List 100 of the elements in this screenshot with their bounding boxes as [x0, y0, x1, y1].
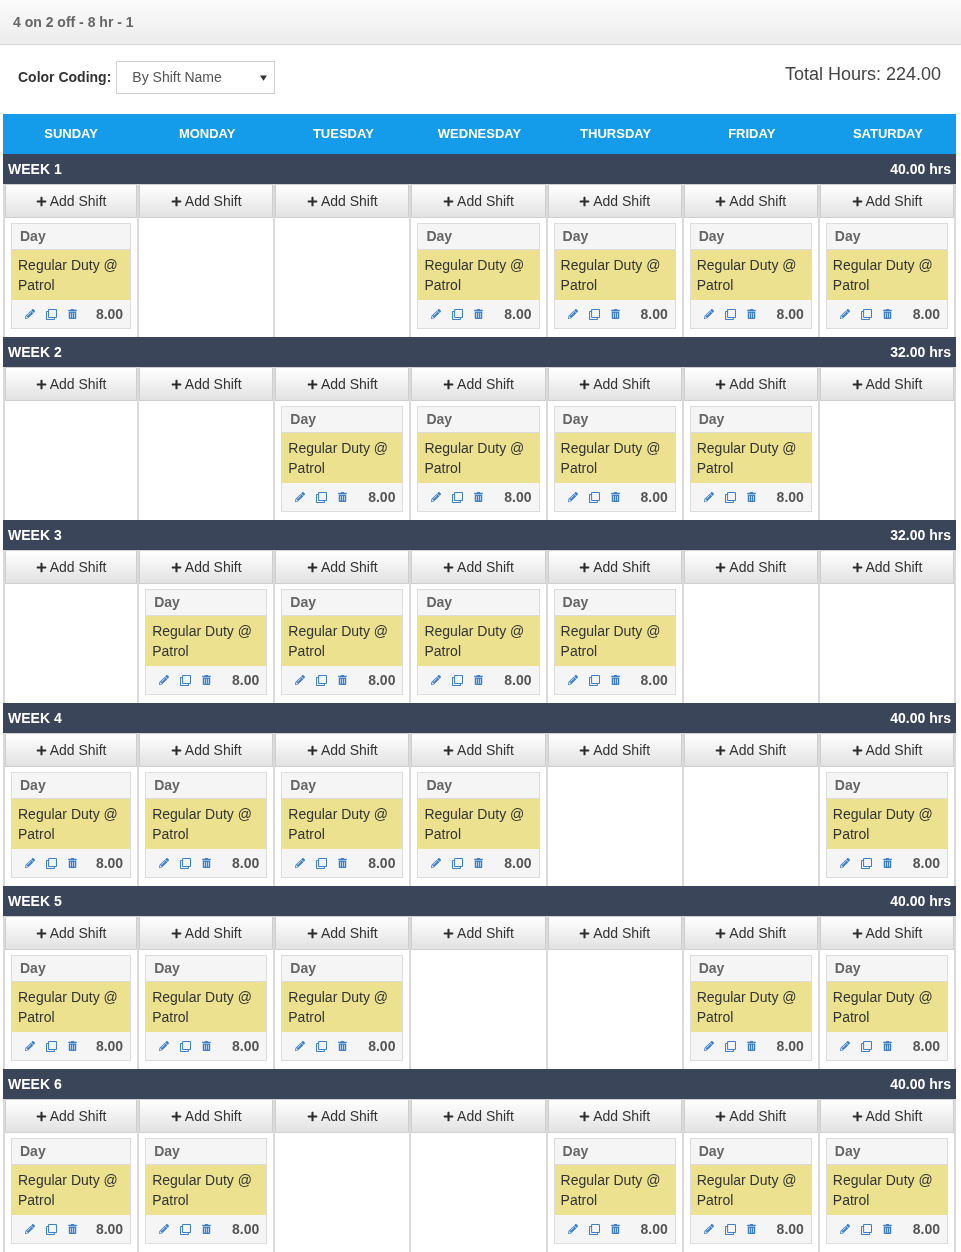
pencil-icon[interactable] [703, 1041, 714, 1051]
add-shift-button[interactable]: Add Shift [683, 916, 818, 950]
add-shift-button[interactable]: Add Shift [819, 550, 954, 584]
add-shift-button[interactable]: Add Shift [683, 1099, 818, 1133]
copy-icon[interactable] [588, 491, 600, 503]
add-shift-button[interactable]: Add Shift [139, 550, 274, 584]
add-shift-button[interactable]: Add Shift [683, 184, 818, 218]
add-shift-button[interactable]: Add Shift [275, 550, 410, 584]
add-shift-button[interactable]: Add Shift [275, 733, 410, 767]
pencil-icon[interactable] [431, 858, 442, 868]
add-shift-button[interactable]: Add Shift [5, 367, 138, 401]
copy-icon[interactable] [860, 1223, 872, 1235]
copy-icon[interactable] [316, 491, 328, 503]
add-shift-button[interactable]: Add Shift [5, 916, 138, 950]
pencil-icon[interactable] [159, 858, 170, 868]
trash-icon[interactable] [746, 1041, 756, 1051]
pencil-icon[interactable] [25, 1041, 35, 1051]
trash-icon[interactable] [610, 492, 620, 502]
copy-icon[interactable] [860, 857, 872, 869]
add-shift-button[interactable]: Add Shift [819, 1099, 954, 1133]
trash-icon[interactable] [68, 1041, 77, 1051]
add-shift-button[interactable]: Add Shift [547, 550, 682, 584]
add-shift-button[interactable]: Add Shift [547, 733, 682, 767]
trash-icon[interactable] [882, 1041, 892, 1051]
trash-icon[interactable] [338, 1041, 348, 1051]
copy-icon[interactable] [180, 1040, 192, 1052]
trash-icon[interactable] [474, 675, 484, 685]
copy-icon[interactable] [724, 1223, 736, 1235]
pencil-icon[interactable] [431, 675, 442, 685]
add-shift-button[interactable]: Add Shift [683, 733, 818, 767]
pencil-icon[interactable] [295, 675, 306, 685]
add-shift-button[interactable]: Add Shift [683, 367, 818, 401]
copy-icon[interactable] [180, 857, 192, 869]
add-shift-button[interactable]: Add Shift [683, 550, 818, 584]
trash-icon[interactable] [338, 675, 348, 685]
copy-icon[interactable] [724, 491, 736, 503]
copy-icon[interactable] [452, 491, 464, 503]
trash-icon[interactable] [746, 1224, 756, 1234]
add-shift-button[interactable]: Add Shift [547, 916, 682, 950]
trash-icon[interactable] [882, 309, 892, 319]
trash-icon[interactable] [68, 1224, 77, 1234]
add-shift-button[interactable]: Add Shift [139, 733, 274, 767]
trash-icon[interactable] [338, 858, 348, 868]
add-shift-button[interactable]: Add Shift [5, 1099, 138, 1133]
pencil-icon[interactable] [567, 492, 578, 502]
pencil-icon[interactable] [839, 309, 850, 319]
pencil-icon[interactable] [567, 309, 578, 319]
copy-icon[interactable] [860, 308, 872, 320]
copy-icon[interactable] [588, 674, 600, 686]
copy-icon[interactable] [46, 1040, 57, 1052]
trash-icon[interactable] [474, 858, 484, 868]
pencil-icon[interactable] [159, 1224, 170, 1234]
copy-icon[interactable] [724, 1040, 736, 1052]
trash-icon[interactable] [68, 858, 77, 868]
add-shift-button[interactable]: Add Shift [411, 1099, 546, 1133]
trash-icon[interactable] [338, 492, 348, 502]
add-shift-button[interactable]: Add Shift [139, 1099, 274, 1133]
trash-icon[interactable] [882, 1224, 892, 1234]
trash-icon[interactable] [202, 675, 212, 685]
add-shift-button[interactable]: Add Shift [411, 916, 546, 950]
add-shift-button[interactable]: Add Shift [411, 550, 546, 584]
trash-icon[interactable] [610, 1224, 620, 1234]
add-shift-button[interactable]: Add Shift [5, 550, 138, 584]
trash-icon[interactable] [882, 858, 892, 868]
add-shift-button[interactable]: Add Shift [275, 1099, 410, 1133]
trash-icon[interactable] [68, 309, 77, 319]
add-shift-button[interactable]: Add Shift [139, 367, 274, 401]
copy-icon[interactable] [46, 308, 57, 320]
pencil-icon[interactable] [703, 309, 714, 319]
add-shift-button[interactable]: Add Shift [411, 184, 546, 218]
copy-icon[interactable] [46, 1223, 57, 1235]
add-shift-button[interactable]: Add Shift [5, 184, 138, 218]
trash-icon[interactable] [202, 858, 212, 868]
pencil-icon[interactable] [839, 1224, 850, 1234]
add-shift-button[interactable]: Add Shift [819, 367, 954, 401]
copy-icon[interactable] [316, 674, 328, 686]
add-shift-button[interactable]: Add Shift [547, 1099, 682, 1133]
pencil-icon[interactable] [295, 858, 306, 868]
trash-icon[interactable] [746, 492, 756, 502]
copy-icon[interactable] [316, 1040, 328, 1052]
pencil-icon[interactable] [25, 309, 35, 319]
add-shift-button[interactable]: Add Shift [819, 916, 954, 950]
copy-icon[interactable] [180, 674, 192, 686]
copy-icon[interactable] [452, 308, 464, 320]
pencil-icon[interactable] [839, 858, 850, 868]
trash-icon[interactable] [474, 309, 484, 319]
add-shift-button[interactable]: Add Shift [275, 367, 410, 401]
pencil-icon[interactable] [567, 675, 578, 685]
trash-icon[interactable] [474, 492, 484, 502]
copy-icon[interactable] [588, 1223, 600, 1235]
pencil-icon[interactable] [431, 309, 442, 319]
add-shift-button[interactable]: Add Shift [411, 733, 546, 767]
copy-icon[interactable] [724, 308, 736, 320]
trash-icon[interactable] [202, 1041, 212, 1051]
copy-icon[interactable] [860, 1040, 872, 1052]
copy-icon[interactable] [46, 857, 57, 869]
add-shift-button[interactable]: Add Shift [5, 733, 138, 767]
color-coding-select[interactable]: By Shift Name [116, 61, 276, 94]
pencil-icon[interactable] [295, 1041, 306, 1051]
copy-icon[interactable] [588, 308, 600, 320]
